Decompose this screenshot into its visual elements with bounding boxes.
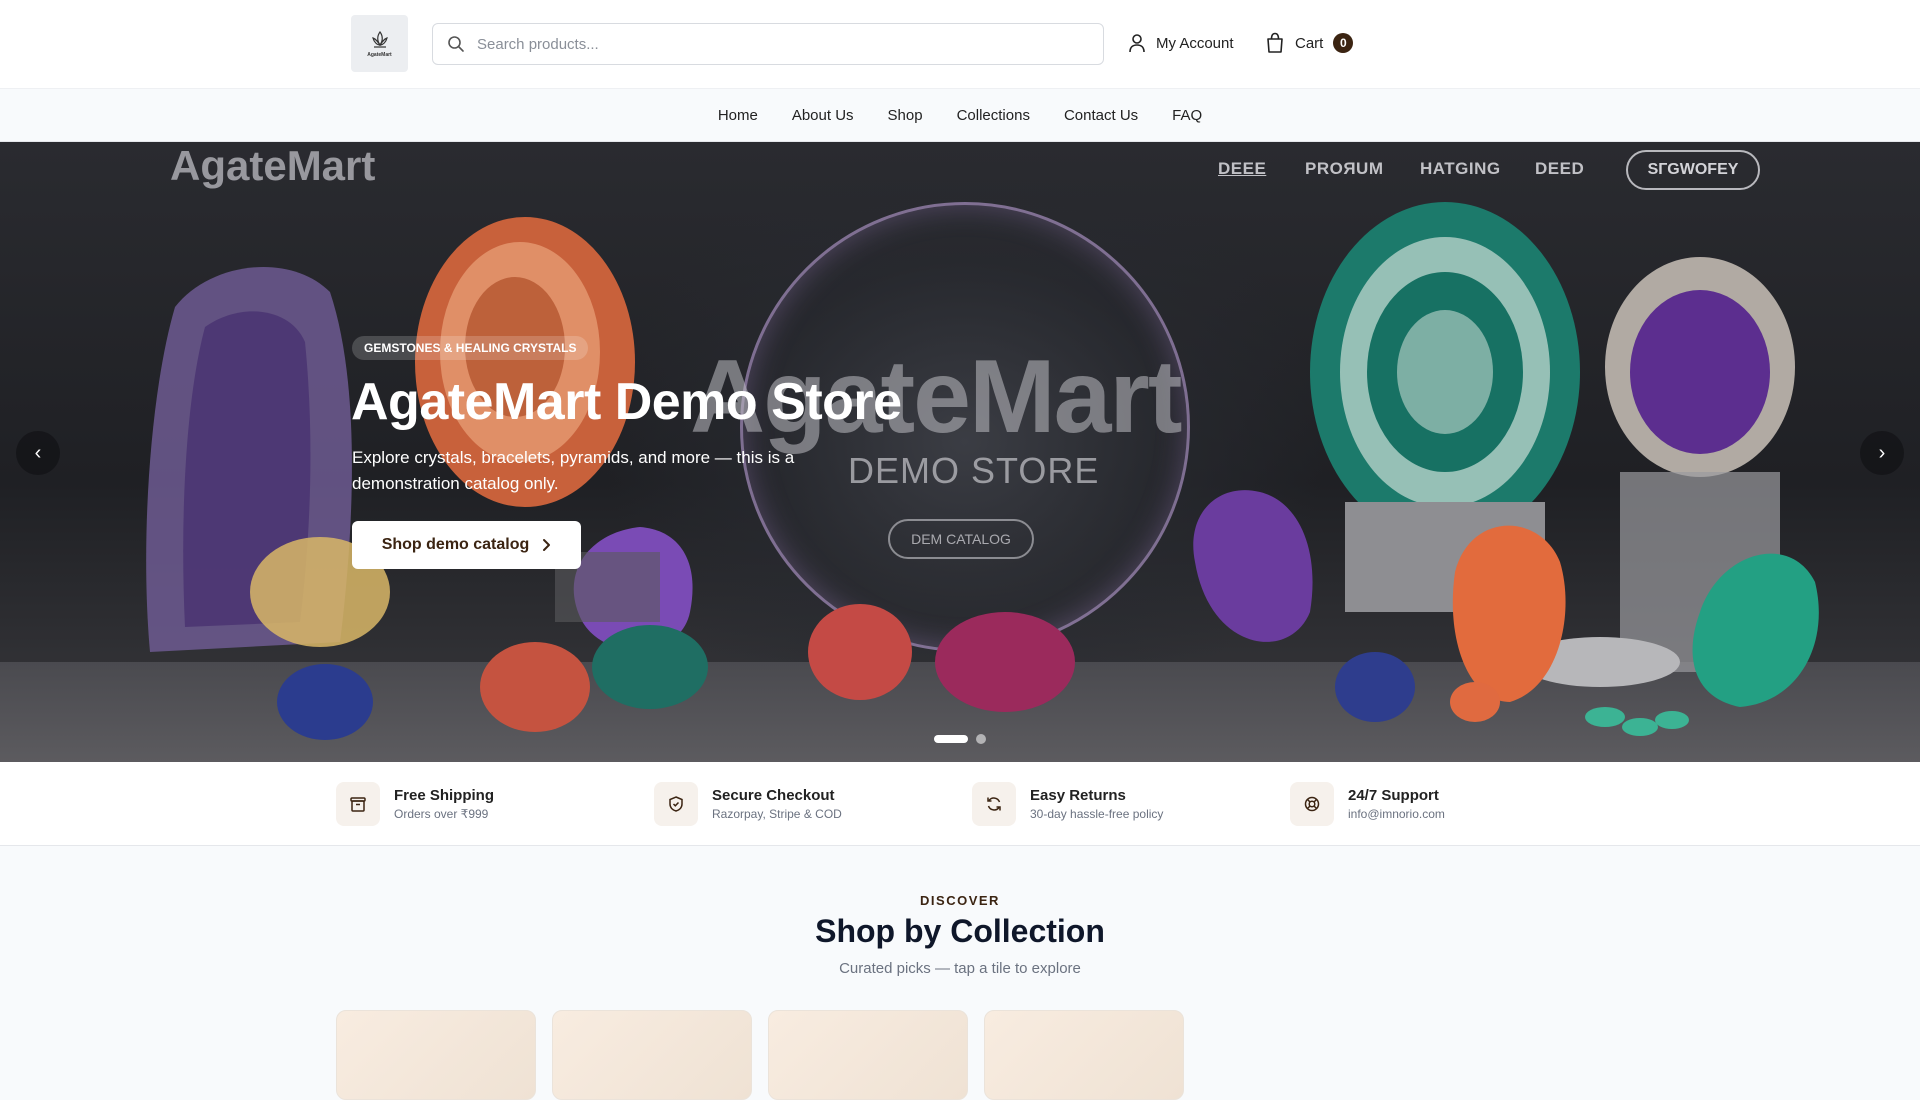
feature-title: Free Shipping	[394, 787, 495, 804]
feature-easy-returns: Easy Returns 30-day hassle-free policy	[972, 782, 1163, 826]
section-title: Shop by Collection	[815, 913, 1105, 949]
chevron-right-icon: ›	[1878, 441, 1886, 464]
collection-tile[interactable]	[336, 1010, 536, 1100]
user-icon	[1129, 34, 1145, 53]
carousel-next-button[interactable]: ›	[1860, 431, 1904, 475]
hero-badge: GEMSTONES & HEALING CRYSTALS	[352, 336, 589, 360]
main-nav: Home About Us Shop Collections Contact U…	[0, 88, 1920, 142]
nav-item-shop[interactable]: Shop	[888, 107, 923, 124]
features-strip: Free Shipping Orders over ₹999 Secure Ch…	[0, 762, 1920, 846]
nav-item-about-us[interactable]: About Us	[792, 107, 854, 124]
shop-demo-catalog-button[interactable]: Shop demo catalog	[352, 521, 581, 569]
feature-support: 24/7 Support info@imnorio.com	[1290, 782, 1445, 826]
crystal-illustrations	[146, 202, 1819, 740]
site-logo[interactable]: AgateMart	[351, 15, 408, 72]
feature-title: Easy Returns	[1030, 787, 1126, 804]
carousel-prev-button[interactable]: ‹	[16, 431, 60, 475]
collection-tile[interactable]	[768, 1010, 968, 1100]
hero-title: AgateMart Demo Store	[351, 373, 902, 431]
site-header: AgateMart My Account Cart 0	[0, 0, 1920, 88]
collection-tile[interactable]	[984, 1010, 1184, 1100]
nav-item-faq[interactable]: FAQ	[1172, 107, 1202, 124]
logo-text: AgateMart	[367, 52, 392, 58]
chevron-left-icon: ‹	[34, 441, 42, 464]
carousel-dot-1[interactable]	[934, 735, 968, 743]
my-account-label: My Account	[1156, 34, 1234, 52]
collection-tile[interactable]	[552, 1010, 752, 1100]
cart-label: Cart	[1295, 34, 1324, 52]
feature-subtitle: Orders over ₹999	[394, 807, 489, 821]
search-input[interactable]	[477, 35, 1077, 53]
feature-secure-checkout: Secure Checkout Razorpay, Stripe & COD	[654, 782, 842, 826]
cart-link[interactable]: Cart 0	[1265, 32, 1354, 54]
cart-count-badge: 0	[1333, 33, 1354, 53]
section-subtitle: Curated picks — tap a tile to explore	[839, 960, 1081, 977]
search-bar[interactable]	[432, 23, 1104, 65]
feature-title: Secure Checkout	[712, 787, 835, 804]
section-eyebrow: DISCOVER	[920, 893, 1000, 908]
cta-label: Shop demo catalog	[381, 536, 530, 553]
refresh-icon	[972, 782, 1016, 826]
carousel-dots	[934, 734, 986, 744]
feature-subtitle: 30-day hassle-free policy	[1030, 807, 1164, 821]
package-icon	[336, 782, 380, 826]
carousel-dot-2[interactable]	[976, 734, 986, 744]
chevron-right-icon	[543, 539, 551, 551]
search-icon	[448, 36, 464, 52]
feature-free-shipping: Free Shipping Orders over ₹999	[336, 782, 494, 826]
nav-item-home[interactable]: Home	[718, 107, 758, 124]
feature-subtitle: info@imnorio.com	[1348, 807, 1445, 821]
lotus-logo-icon	[371, 30, 388, 48]
feature-title: 24/7 Support	[1348, 787, 1439, 804]
my-account-link[interactable]: My Account	[1128, 33, 1234, 53]
hero-banner: AgateMart DEEE PROЯUM HATGING DEED SГGWO…	[0, 142, 1920, 762]
nav-item-contact-us[interactable]: Contact Us	[1064, 107, 1138, 124]
nav-item-collections[interactable]: Collections	[957, 107, 1030, 124]
lifebuoy-icon	[1290, 782, 1334, 826]
shield-check-icon	[654, 782, 698, 826]
shopping-bag-icon	[1267, 32, 1283, 53]
hero-subtitle: Explore crystals, bracelets, pyramids, a…	[352, 448, 795, 493]
feature-subtitle: Razorpay, Stripe & COD	[712, 807, 842, 821]
